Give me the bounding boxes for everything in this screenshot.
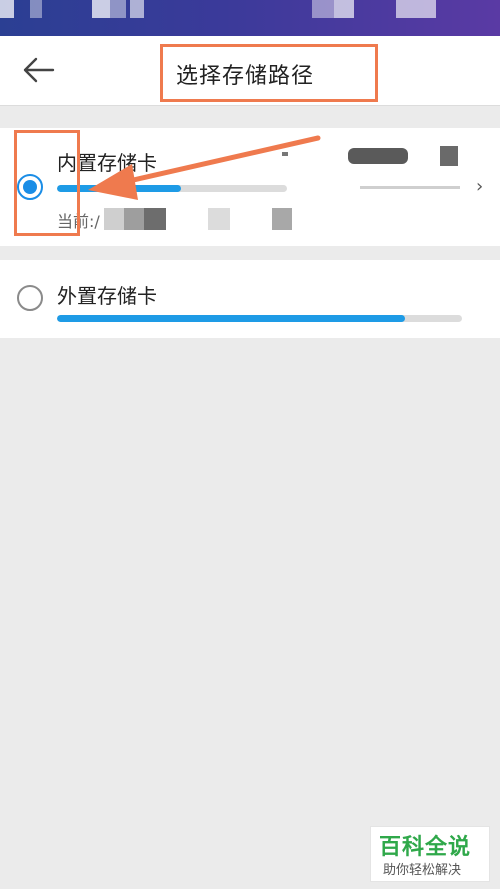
watermark-subtitle: 助你轻松解决 — [383, 863, 462, 878]
watermark-title: 百科全说 — [379, 835, 472, 860]
annotation-arrow-icon — [88, 135, 321, 200]
watermark-logo: 百科全说 助你轻松解决 — [370, 826, 490, 882]
